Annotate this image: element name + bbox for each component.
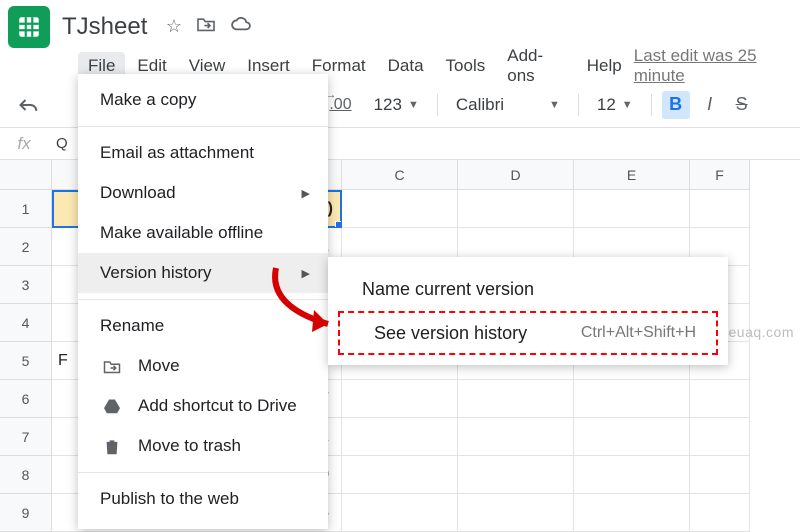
drive-shortcut-icon	[100, 398, 124, 414]
strikethrough-button[interactable]: S	[730, 94, 754, 115]
row-header[interactable]: 6	[0, 380, 52, 418]
row-header[interactable]: 2	[0, 228, 52, 266]
file-menu-dropdown: Make a copy Email as attachment Download…	[78, 74, 328, 529]
undo-button[interactable]	[12, 92, 44, 118]
document-title[interactable]: TJsheet	[62, 13, 147, 41]
row-header[interactable]: 9	[0, 494, 52, 532]
cell[interactable]	[342, 494, 458, 532]
cell[interactable]	[458, 380, 574, 418]
shortcut-label: Ctrl+Alt+Shift+H	[581, 324, 696, 342]
cell[interactable]	[574, 190, 690, 228]
column-header[interactable]: C	[342, 160, 458, 190]
cell[interactable]	[690, 456, 750, 494]
sheets-logo[interactable]	[8, 6, 50, 48]
increase-decimal-button[interactable]: .00→	[323, 91, 357, 119]
cell[interactable]	[458, 190, 574, 228]
file-email-attachment[interactable]: Email as attachment	[78, 133, 328, 173]
star-icon[interactable]: ☆	[166, 16, 182, 37]
cell[interactable]	[574, 494, 690, 532]
italic-button[interactable]: I	[698, 94, 722, 115]
file-version-history[interactable]: Version history▶	[78, 253, 328, 293]
cell[interactable]	[342, 456, 458, 494]
menu-help[interactable]: Help	[577, 52, 632, 80]
row-header[interactable]: 5	[0, 342, 52, 380]
column-header[interactable]: E	[574, 160, 690, 190]
row-header[interactable]: 7	[0, 418, 52, 456]
column-header[interactable]: D	[458, 160, 574, 190]
file-move-trash[interactable]: Move to trash	[78, 426, 328, 466]
cell[interactable]	[342, 418, 458, 456]
column-header[interactable]: F	[690, 160, 750, 190]
trash-icon	[100, 438, 124, 455]
folder-move-icon	[100, 359, 124, 374]
file-rename[interactable]: Rename	[78, 306, 328, 346]
font-size-select[interactable]: 12▼	[589, 91, 641, 119]
file-make-offline[interactable]: Make available offline	[78, 213, 328, 253]
row-header[interactable]: 8	[0, 456, 52, 494]
file-download[interactable]: Download▶	[78, 173, 328, 213]
cell[interactable]	[342, 380, 458, 418]
cell[interactable]	[690, 190, 750, 228]
menu-tools[interactable]: Tools	[436, 52, 496, 80]
cell[interactable]	[690, 494, 750, 532]
row-header[interactable]: 1	[0, 190, 52, 228]
cell[interactable]	[342, 190, 458, 228]
see-version-history[interactable]: See version historyCtrl+Alt+Shift+H	[338, 311, 718, 355]
cloud-status-icon[interactable]	[230, 16, 252, 37]
row-header[interactable]: 3	[0, 266, 52, 304]
last-edit-link[interactable]: Last edit was 25 minute	[634, 46, 800, 86]
file-add-shortcut[interactable]: Add shortcut to Drive	[78, 386, 328, 426]
font-select[interactable]: Calibri▼	[448, 91, 568, 119]
name-current-version[interactable]: Name current version	[328, 267, 728, 311]
row-header[interactable]: 4	[0, 304, 52, 342]
cell[interactable]	[458, 494, 574, 532]
number-format-select[interactable]: 123▼	[366, 91, 427, 119]
chevron-right-icon: ▶	[302, 267, 310, 280]
cell[interactable]	[574, 418, 690, 456]
cell[interactable]	[574, 456, 690, 494]
cell[interactable]	[458, 456, 574, 494]
file-move[interactable]: Move	[78, 346, 328, 386]
select-all-corner[interactable]	[0, 160, 52, 190]
file-make-copy[interactable]: Make a copy	[78, 80, 328, 120]
move-folder-icon[interactable]	[196, 16, 216, 37]
version-history-submenu: Name current version See version history…	[328, 257, 728, 365]
chevron-right-icon: ▶	[302, 187, 310, 200]
cell[interactable]	[458, 418, 574, 456]
file-publish-web[interactable]: Publish to the web	[78, 479, 328, 519]
cell[interactable]	[690, 418, 750, 456]
bold-button[interactable]: B	[662, 91, 690, 119]
formula-label: fx	[0, 134, 48, 154]
cell[interactable]	[574, 380, 690, 418]
menu-data[interactable]: Data	[378, 52, 434, 80]
cell[interactable]	[690, 380, 750, 418]
